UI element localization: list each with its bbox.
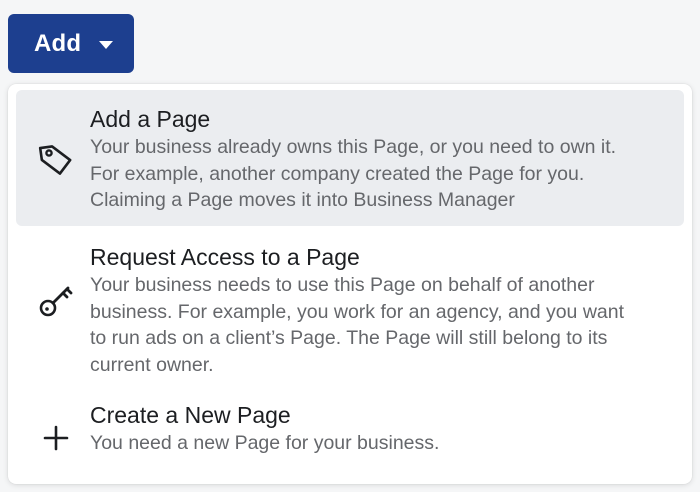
description-line: business. For example, you work for an a… — [90, 300, 625, 323]
description-line: current owner. — [90, 353, 214, 376]
menu-item-title: Create a New Page — [90, 402, 291, 428]
menu-item-request-access[interactable]: Request Access to a Page Your business n… — [16, 230, 684, 394]
add-button-label: Add — [34, 29, 82, 57]
menu-item-create-page[interactable]: Create a New Page You need a new Page fo… — [16, 394, 684, 474]
description-line: For example, another company created the… — [90, 162, 585, 185]
tag-icon — [36, 138, 76, 178]
description-line: Claiming a Page moves it into Business M… — [90, 189, 515, 211]
page: Add Add a Page Your business already own… — [0, 0, 700, 492]
menu-item-title: Request Access to a Page — [90, 244, 360, 270]
menu-item-description: Your business already owns this Page, or… — [90, 134, 668, 214]
caret-down-icon — [99, 40, 114, 49]
description-line: Your business needs to use this Page on … — [90, 274, 595, 296]
menu-item-description: You need a new Page for your business. — [90, 430, 668, 457]
description-line: to run ads on a client’s Page. The Page … — [90, 327, 608, 349]
menu-item-description: Your business needs to use this Page on … — [90, 272, 668, 378]
description-line: You need a new Page for your business. — [90, 432, 440, 454]
menu-item-add-page[interactable]: Add a Page Your business already owns th… — [16, 90, 684, 226]
description-line: Your business already owns this Page, or… — [90, 136, 617, 158]
key-icon — [36, 280, 76, 320]
menu-item-title: Add a Page — [90, 106, 211, 132]
plus-icon — [36, 418, 76, 458]
add-dropdown-button[interactable]: Add — [8, 14, 134, 73]
add-dropdown-menu: Add a Page Your business already owns th… — [8, 84, 692, 484]
